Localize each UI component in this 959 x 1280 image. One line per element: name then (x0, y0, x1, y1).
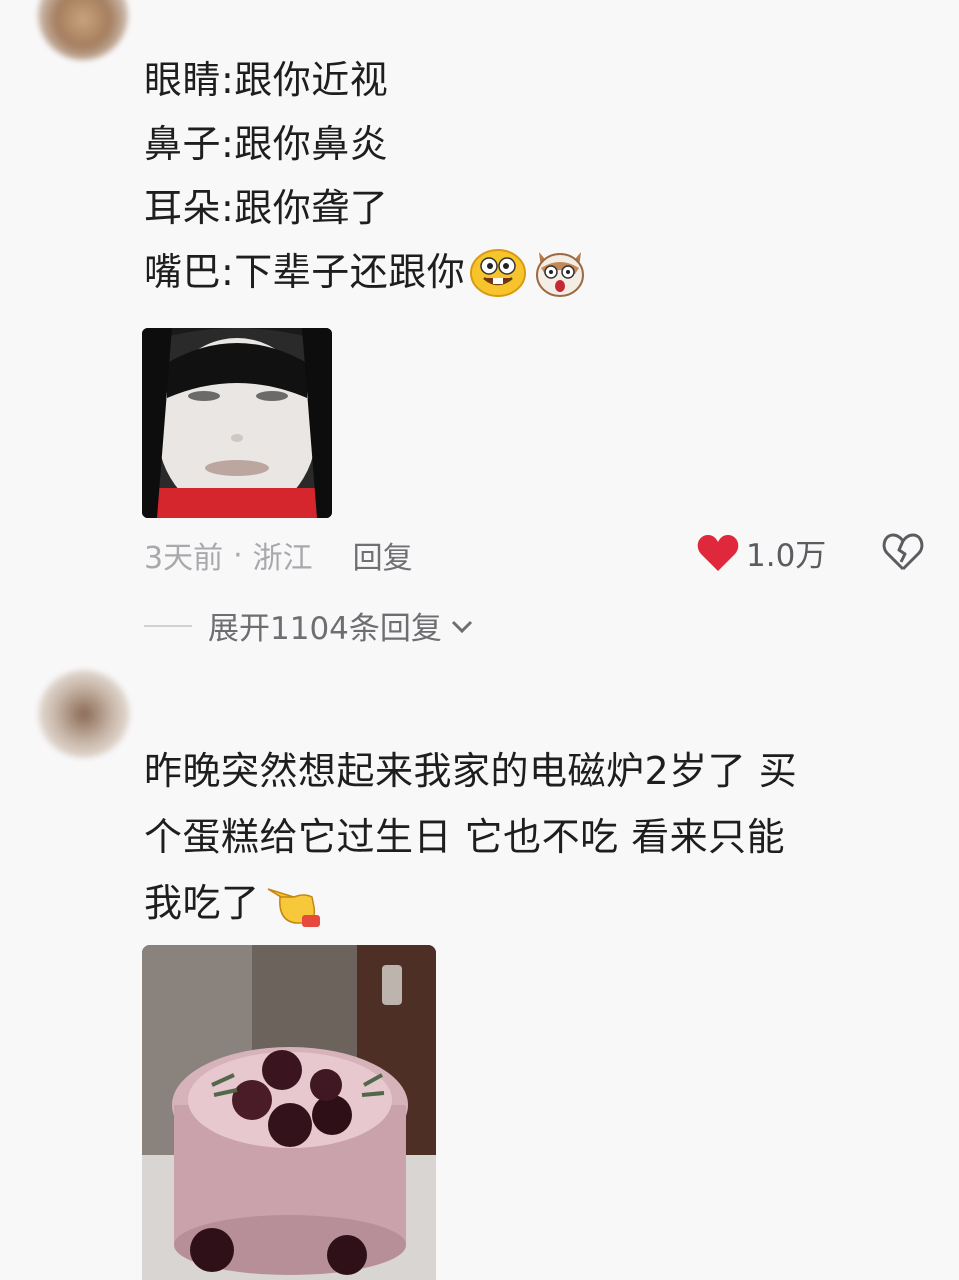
comment-meta: 3天前 · 浙江 回复 (144, 533, 413, 577)
heart-icon (697, 534, 739, 571)
expand-replies-label: 展开1104条回复 (208, 611, 442, 647)
meta-separator: · (233, 537, 243, 573)
dislike-button[interactable] (881, 532, 925, 576)
pointing-hand-emoji (264, 875, 322, 929)
comment-line: 耳朵:跟你聋了 (144, 186, 389, 230)
comment-line: 个蛋糕给它过生日 它也不吃 看来只能 (144, 815, 786, 859)
like-count: 1.0万 (746, 538, 827, 574)
comment-text: 昨晚突然想起来我家的电磁炉2岁了 买 个蛋糕给它过生日 它也不吃 看来只能 我吃… (144, 738, 797, 936)
comment-time: 3天前 (144, 541, 224, 576)
comment-location: 浙江 (252, 541, 313, 576)
berry-cake-photo[interactable] (142, 945, 436, 1280)
expand-replies[interactable]: 展开1104条回复 (144, 603, 474, 648)
shocked-dog-emoji (531, 244, 589, 298)
grinning-buck-tooth-emoji (469, 244, 527, 298)
comment-line: 我吃了 (144, 881, 260, 925)
comment-line: 昨晚突然想起来我家的电磁炉2岁了 买 (144, 749, 798, 793)
comment-text: 眼睛:跟你近视 鼻子:跟你鼻炎 耳朵:跟你聋了 嘴巴:下辈子还跟你 (144, 48, 589, 304)
chevron-down-icon (451, 620, 472, 633)
user-avatar[interactable] (38, 670, 130, 758)
like-button[interactable]: 1.0万 (696, 530, 826, 575)
reply-button[interactable]: 回复 (353, 533, 413, 577)
comment-line: 嘴巴:下辈子还跟你 (144, 250, 466, 294)
divider (144, 624, 192, 627)
broken-heart-icon (882, 533, 924, 571)
user-avatar[interactable] (38, 0, 128, 60)
comment-line: 眼睛:跟你近视 (144, 58, 389, 102)
comment-line: 鼻子:跟你鼻炎 (144, 122, 389, 166)
white-face-meme-image[interactable] (142, 328, 332, 518)
